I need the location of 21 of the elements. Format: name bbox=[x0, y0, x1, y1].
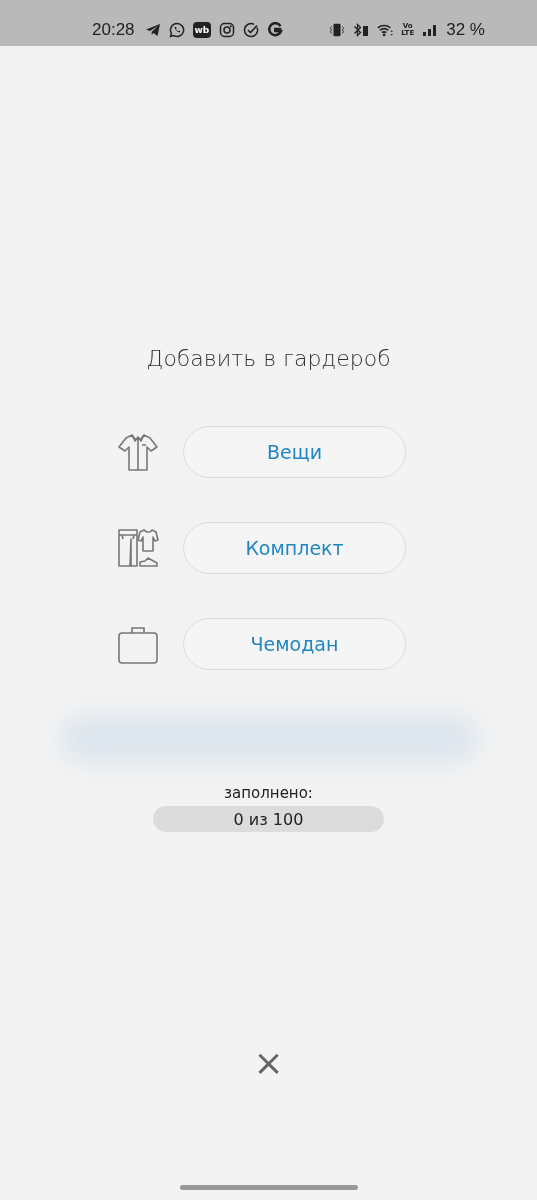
paper-plane-icon bbox=[144, 22, 161, 38]
outfit-icon bbox=[117, 527, 159, 569]
vibrate-icon bbox=[329, 22, 346, 38]
check-circle-icon bbox=[243, 22, 260, 38]
progress-reading: 0 из 100 bbox=[233, 809, 304, 829]
app-badge-icon: wb bbox=[192, 22, 212, 38]
clock-time: 20:28 bbox=[92, 20, 135, 40]
camera-icon bbox=[219, 22, 236, 38]
wifi-icon bbox=[377, 22, 394, 38]
option-button[interactable]: Комплект bbox=[183, 522, 406, 574]
chat-bubble-icon bbox=[168, 22, 185, 38]
signal-icon bbox=[422, 22, 439, 38]
close-button[interactable]: × bbox=[247, 1045, 290, 1081]
battery-percent: 32 % bbox=[446, 20, 485, 40]
option-button[interactable]: Чемодан bbox=[183, 618, 406, 670]
fill-label: заполнено: bbox=[224, 784, 313, 802]
option-button[interactable]: Вещи bbox=[183, 426, 406, 478]
g-logo-icon bbox=[267, 22, 284, 38]
shirt-icon bbox=[117, 431, 159, 473]
dialog-title: Добавить в гардероб bbox=[146, 346, 391, 371]
bluetooth-battery-icon bbox=[353, 22, 370, 38]
